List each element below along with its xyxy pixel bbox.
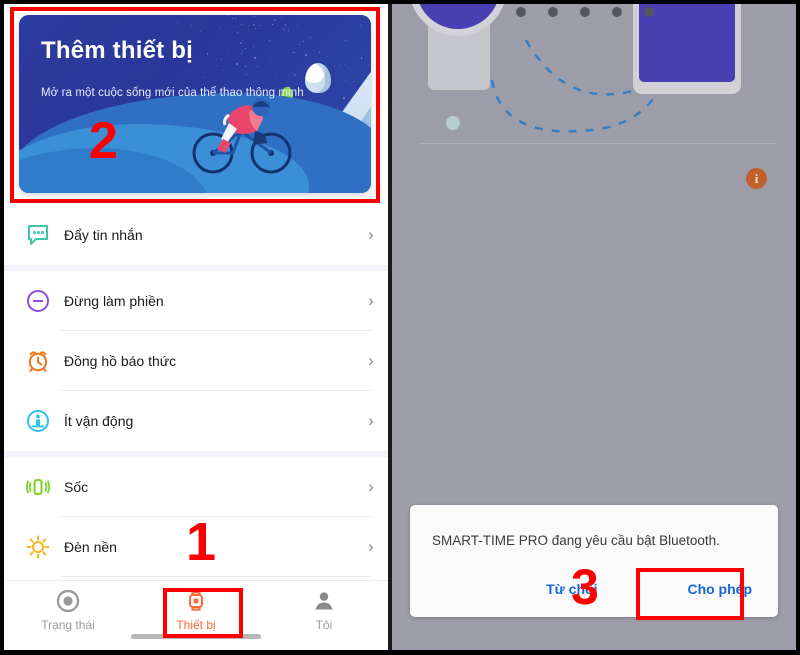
dialog-message: SMART-TIME PRO đang yêu cầu bật Bluetoot… — [432, 533, 720, 548]
right-panel-top-border — [388, 0, 800, 4]
status-circle-icon — [56, 589, 80, 613]
chevron-right-icon: › — [368, 537, 374, 556]
progress-dot — [516, 7, 526, 17]
left-panel-bottom-border — [0, 650, 388, 655]
list-item[interactable]: Đẩy tin nhắn › — [4, 205, 388, 265]
chevron-right-icon: › — [368, 477, 374, 496]
list-item[interactable]: Đừng làm phiền › — [4, 271, 388, 331]
do-not-disturb-icon — [16, 288, 60, 314]
message-bubble-icon — [16, 222, 60, 248]
progress-dot — [644, 7, 654, 17]
chevron-right-icon: › — [368, 351, 374, 370]
list-item-label: Đồng hồ báo thức — [64, 353, 177, 369]
tab-status-label: Trạng thái — [41, 618, 95, 632]
vibration-icon — [16, 474, 60, 500]
decorative-teal-dot — [446, 116, 460, 130]
list-item-label: Sốc — [64, 479, 89, 495]
horizontal-rule — [420, 143, 776, 144]
left-panel-left-border — [0, 0, 4, 655]
annotation-number-3: 3 — [571, 559, 599, 615]
right-panel-right-border — [796, 0, 800, 655]
tab-status[interactable]: Trạng thái — [4, 589, 132, 632]
list-item-label: Đừng làm phiền — [64, 293, 164, 309]
list-item[interactable]: Ít vận động › — [4, 391, 388, 451]
chevron-right-icon: › — [368, 411, 374, 430]
person-icon — [315, 592, 333, 610]
info-badge-icon[interactable]: i — [746, 168, 767, 189]
progress-dots — [516, 7, 654, 17]
backlight-sun-icon — [16, 534, 60, 560]
chevron-right-icon: › — [368, 225, 374, 244]
annotation-box-banner — [10, 7, 380, 203]
sedentary-alert-icon — [16, 408, 60, 434]
right-panel-bottom-border — [388, 650, 800, 655]
tab-profile[interactable]: Tôi — [260, 589, 388, 632]
progress-dot — [612, 7, 622, 17]
annotation-box-device-tab — [163, 588, 243, 638]
annotation-box-allow-button — [636, 568, 744, 620]
right-phone-screen: i SMART-TIME PRO đang yêu cầu bật Blueto… — [388, 0, 800, 655]
annotation-number-1: 1 — [186, 512, 217, 572]
list-item[interactable]: Đồng hồ báo thức › — [4, 331, 388, 391]
row-separator — [60, 576, 372, 577]
alarm-clock-icon — [16, 348, 60, 374]
progress-dot — [548, 7, 558, 17]
list-item-label: Ít vận động — [64, 413, 134, 429]
progress-dot — [580, 7, 590, 17]
list-item-label: Đẩy tin nhắn — [64, 227, 143, 243]
left-phone-screen: Thêm thiết bị Mở ra một cuộc sống mới củ… — [0, 0, 388, 655]
left-panel-top-border — [0, 0, 388, 4]
panel-divider — [388, 0, 392, 655]
screenshot-root: Thêm thiết bị Mở ra một cuộc sống mới củ… — [0, 0, 800, 655]
list-item[interactable]: Sốc › — [4, 457, 388, 517]
chevron-right-icon: › — [368, 291, 374, 310]
tab-profile-label: Tôi — [315, 618, 333, 632]
